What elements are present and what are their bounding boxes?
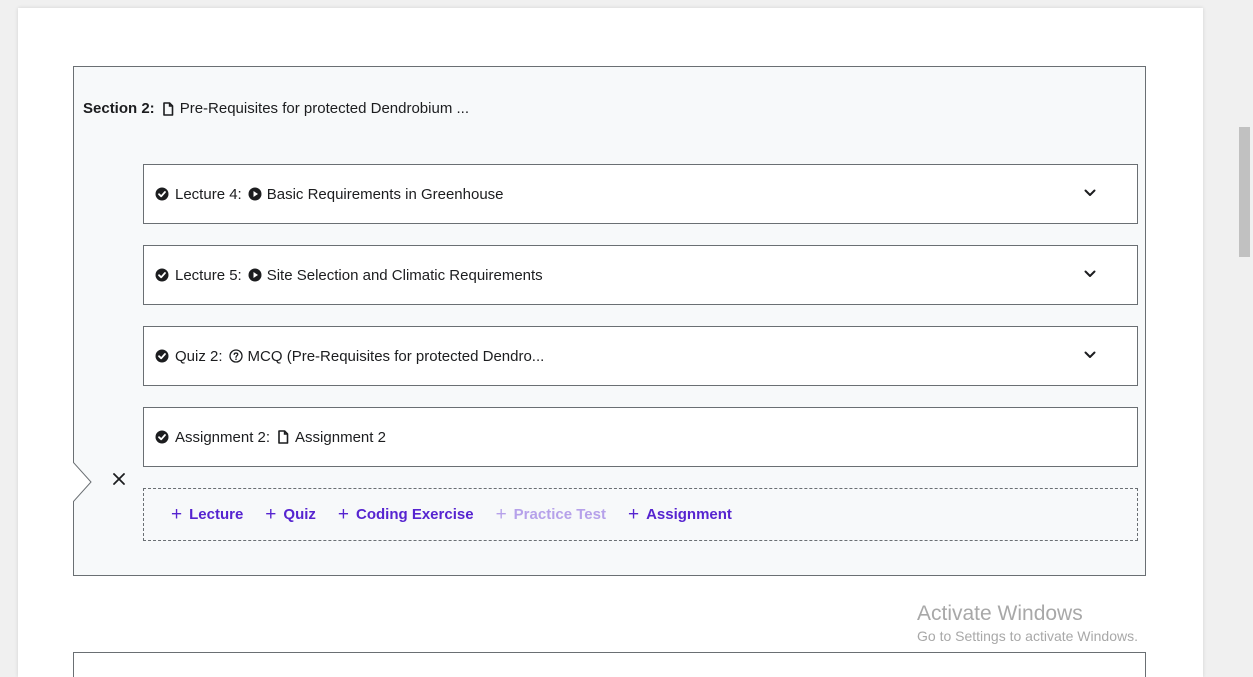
file-icon [162, 101, 173, 116]
chevron-down-icon[interactable] [1083, 267, 1097, 281]
curriculum-item-lecture-4[interactable]: Lecture 4: Basic Requirements in Greenho… [143, 164, 1138, 224]
item-label: Quiz 2: [175, 347, 223, 365]
add-curriculum-item-bar: + Lecture + Quiz + Coding Exercise + Pra… [143, 488, 1138, 541]
plus-icon: + [495, 504, 507, 525]
curriculum-panel: Section 2: Pre-Requisites for protected … [18, 8, 1203, 677]
check-circle-icon [155, 430, 169, 444]
play-circle-icon [248, 187, 262, 201]
item-title: Assignment 2 [295, 428, 386, 446]
plus-icon: + [171, 504, 183, 525]
item-label: Lecture 5: [175, 266, 242, 284]
check-circle-icon [155, 268, 169, 282]
close-icon[interactable] [112, 472, 126, 486]
add-assignment-button[interactable]: + Assignment [628, 505, 732, 524]
plus-icon: + [265, 504, 277, 525]
item-title: Site Selection and Climatic Requirements [266, 266, 543, 284]
chevron-down-icon[interactable] [1083, 348, 1097, 362]
curriculum-item-assignment-2[interactable]: Assignment 2: Assignment 2 [143, 407, 1138, 467]
add-coding-exercise-button[interactable]: + Coding Exercise [338, 505, 474, 524]
section-notch [73, 462, 92, 502]
check-circle-icon [155, 349, 169, 363]
add-practice-test-button: + Practice Test [495, 504, 606, 525]
item-label: Lecture 4: [175, 185, 242, 203]
plus-icon: + [337, 504, 350, 525]
plus-icon: + [627, 504, 640, 525]
windows-activation-watermark: Activate Windows Go to Settings to activ… [917, 602, 1138, 644]
curriculum-item-lecture-5[interactable]: Lecture 5: Site Selection and Climatic R… [143, 245, 1138, 305]
add-lecture-button[interactable]: + Lecture [171, 505, 243, 524]
curriculum-item-quiz-2[interactable]: Quiz 2: MCQ (Pre-Requisites for protecte… [143, 326, 1138, 386]
item-title: Basic Requirements in Greenhouse [266, 185, 504, 203]
section-label: Section 2: [83, 100, 155, 117]
section-card: Section 2: Pre-Requisites for protected … [73, 66, 1146, 576]
chevron-down-icon[interactable] [1083, 186, 1097, 200]
play-circle-icon [248, 268, 262, 282]
section-title: Pre-Requisites for protected Dendrobium … [179, 100, 469, 117]
next-section-card [73, 652, 1146, 677]
vertical-scrollbar[interactable] [1236, 0, 1253, 677]
item-title: MCQ (Pre-Requisites for protected Dendro… [247, 347, 545, 365]
add-quiz-button[interactable]: + Quiz [265, 505, 316, 524]
section-header: Section 2: Pre-Requisites for protected … [83, 100, 469, 117]
question-circle-icon [228, 349, 243, 363]
item-label: Assignment 2: [175, 428, 271, 446]
file-icon [278, 430, 289, 444]
check-circle-icon [155, 187, 169, 201]
scrollbar-thumb[interactable] [1239, 127, 1250, 257]
